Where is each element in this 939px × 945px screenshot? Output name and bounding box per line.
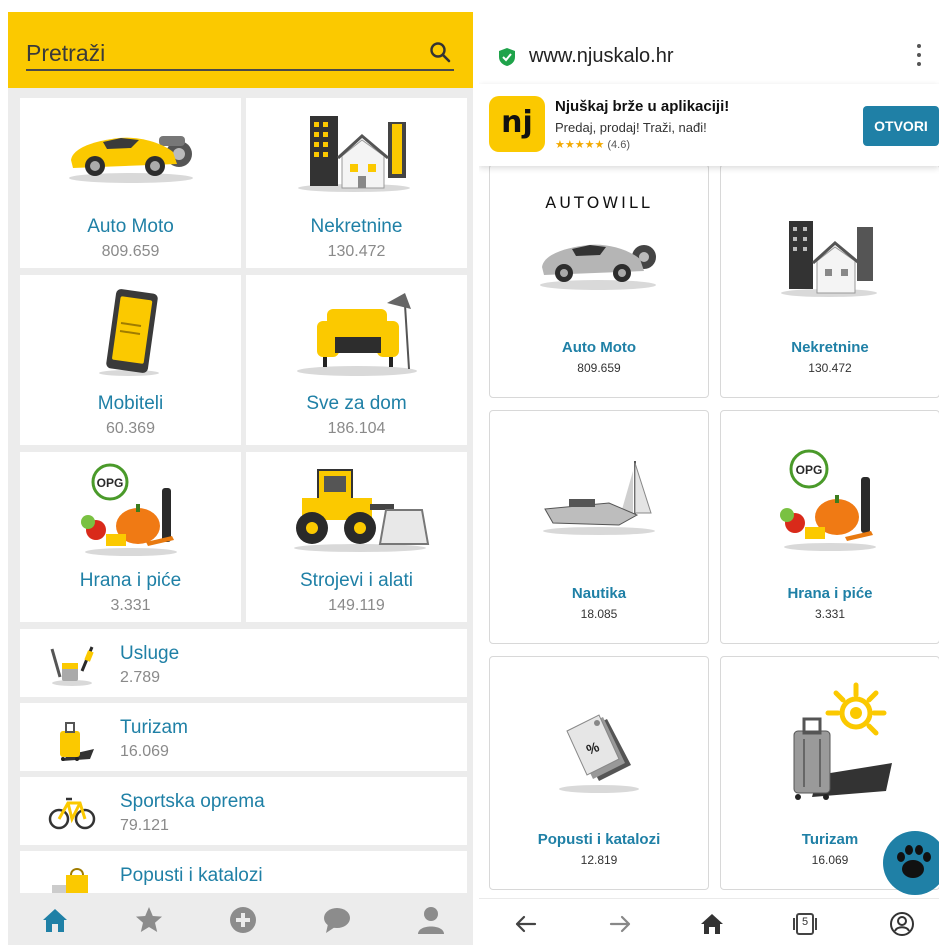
bicycle-icon — [48, 797, 96, 830]
suitcase-sun-icon — [793, 682, 892, 800]
category-card-mobiteli[interactable]: Mobiteli 60.369 — [20, 275, 241, 445]
category-row-usluge[interactable]: Usluge 2.789 — [20, 629, 467, 697]
account-icon[interactable] — [889, 911, 915, 937]
category-title: Hrana i piće — [79, 570, 182, 591]
tile-count: 130.472 — [808, 361, 852, 375]
home-icon[interactable] — [40, 905, 70, 935]
suitcase-icon — [60, 722, 94, 761]
buildings-icon — [297, 116, 410, 192]
plus-circle-icon[interactable] — [228, 905, 258, 935]
rating-stars: ★★★★★ — [555, 139, 605, 151]
tile-count: 809.659 — [577, 361, 621, 375]
category-title: Sportska oprema — [120, 791, 265, 812]
boat-icon — [543, 461, 655, 535]
tab-count: 5 — [801, 916, 809, 928]
category-card-auto-moto[interactable]: Auto Moto 809.659 — [20, 98, 241, 268]
category-row-turizam[interactable]: Turizam 16.069 — [20, 703, 467, 771]
back-icon[interactable] — [513, 911, 539, 937]
category-title: Popusti i katalozi — [120, 865, 263, 886]
armchair-icon — [296, 293, 417, 376]
category-title: Turizam — [120, 717, 188, 738]
njuskalo-app: Pretraži Auto Moto 809.659 Nekretnine 13… — [8, 12, 475, 945]
category-title: Auto Moto — [87, 216, 174, 237]
category-card-hrana-i-pice[interactable]: OPG Hrana i piće 3.331 — [20, 452, 241, 622]
category-title: Sve za dom — [306, 393, 407, 414]
category-card-sve-za-dom[interactable]: Sve za dom 186.104 — [246, 275, 467, 445]
rating-value: (4.6) — [607, 139, 630, 151]
category-row-sportska-oprema[interactable]: Sportska oprema 79.121 — [20, 777, 467, 845]
tile-nekretnine[interactable]: Nekretnine 130.472 — [720, 164, 939, 398]
category-count: 16.069 — [120, 743, 169, 760]
address-bar[interactable]: www.njuskalo.hr — [479, 30, 939, 84]
banner-subtitle: Predaj, prodaj! Traži, nađi! — [555, 120, 707, 135]
category-title: Mobiteli — [97, 393, 164, 414]
url-text[interactable]: www.njuskalo.hr — [529, 45, 674, 68]
bottom-navigation — [8, 893, 475, 945]
category-count: 60.369 — [106, 420, 155, 437]
tile-count: 3.331 — [814, 607, 846, 621]
mobile-browser: www.njuskalo.hr nj Njuškaj brže u aplika… — [479, 0, 939, 945]
bulldozer-icon — [293, 469, 429, 552]
category-card-nekretnine[interactable]: Nekretnine 130.472 — [246, 98, 467, 268]
banner-title: Njuškaj brže u aplikaciji! — [555, 98, 730, 115]
food-icon: OPG — [80, 463, 177, 556]
secure-shield-icon — [499, 48, 515, 66]
category-count: 130.472 — [327, 243, 386, 260]
banner-rating: ★★★★★ (4.6) — [555, 138, 630, 151]
category-count: 149.119 — [328, 597, 385, 614]
tile-count: 12.819 — [580, 853, 618, 867]
category-count: 186.104 — [327, 420, 386, 437]
tile-nautika[interactable]: Nautika 18.085 — [489, 410, 709, 644]
search-input[interactable]: Pretraži — [26, 40, 105, 67]
category-title: Nekretnine — [310, 216, 403, 237]
tile-title: Nautika — [571, 585, 627, 602]
browser-navigation: 5 — [479, 898, 939, 945]
tile-title: Popusti i katalozi — [537, 831, 661, 848]
chat-icon[interactable] — [322, 905, 352, 935]
discount-tag-icon: % — [559, 714, 639, 793]
tile-title: Auto Moto — [561, 339, 637, 356]
category-title: Usluge — [120, 643, 180, 664]
user-icon[interactable] — [416, 905, 446, 935]
category-count: 2.789 — [120, 669, 161, 686]
category-count: 3.331 — [110, 597, 151, 614]
tile-count: 18.085 — [580, 607, 618, 621]
app-header: Pretraži — [8, 12, 475, 88]
paw-fab-button[interactable] — [883, 831, 939, 895]
category-count: 809.659 — [101, 243, 160, 260]
open-app-button[interactable]: OTVORI — [863, 106, 939, 146]
phone-icon — [98, 289, 159, 376]
more-options-icon[interactable] — [915, 44, 923, 70]
home-icon[interactable] — [699, 911, 725, 937]
tile-popusti-i-katalozi[interactable]: % Popusti i katalozi 12.819 — [489, 656, 709, 890]
category-title: Strojevi i alati — [300, 570, 413, 591]
njuskalo-logo: nj — [489, 96, 545, 152]
car-icon — [540, 244, 656, 290]
forward-icon[interactable] — [607, 911, 633, 937]
tile-hrana-i-pice[interactable]: OPG Hrana i piće 3.331 — [720, 410, 939, 644]
search-icon[interactable] — [428, 40, 452, 64]
tile-title: Nekretnine — [791, 339, 869, 356]
car-icon — [68, 136, 193, 183]
star-icon[interactable] — [134, 905, 164, 935]
sponsor-logo: AUTOWILL — [545, 193, 653, 212]
food-icon: OPG — [780, 449, 876, 551]
tabs-icon[interactable]: 5 — [792, 911, 818, 937]
tile-auto-moto[interactable]: AUTOWILL Auto Moto 809.659 — [489, 164, 709, 398]
tools-icon — [50, 646, 94, 686]
category-card-strojevi-i-alati[interactable]: Strojevi i alati 149.119 — [246, 452, 467, 622]
opg-badge: OPG — [96, 476, 123, 490]
opg-badge: OPG — [796, 463, 823, 477]
tile-title: Hrana i piće — [787, 585, 873, 602]
app-install-banner: nj Njuškaj brže u aplikaciji! Predaj, pr… — [479, 84, 939, 166]
category-count: 79.121 — [120, 817, 169, 834]
search-underline — [26, 69, 454, 71]
paw-icon — [897, 845, 931, 878]
buildings-icon — [781, 221, 877, 297]
